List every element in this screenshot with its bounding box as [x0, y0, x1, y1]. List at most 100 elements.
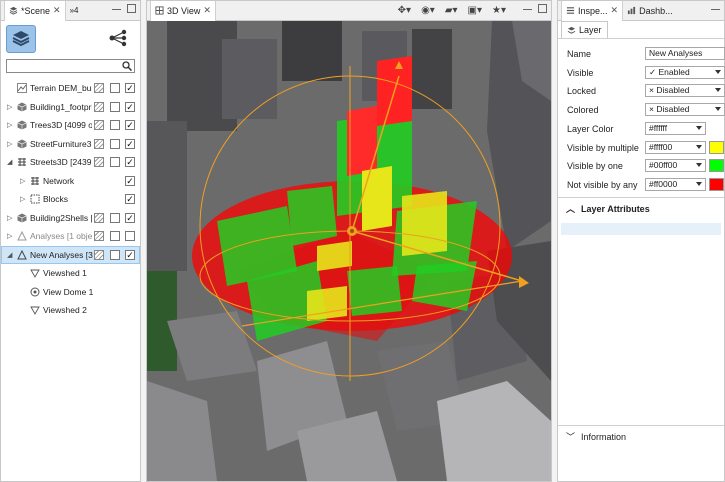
vis-multiple-swatch[interactable]: [709, 141, 724, 154]
maximize-icon[interactable]: [538, 4, 547, 13]
visible-checkbox[interactable]: ✓: [125, 83, 135, 94]
expand-icon[interactable]: ▷: [7, 232, 13, 240]
expand-icon[interactable]: ▷: [7, 140, 13, 148]
inspector-icon: [566, 7, 575, 14]
expand-icon[interactable]: ▷: [20, 177, 26, 185]
search-icon[interactable]: [122, 61, 132, 71]
tree-item-label: New Analyses [3: [30, 249, 93, 260]
tab-inspector[interactable]: Inspe... ✕: [561, 0, 624, 21]
expand-icon[interactable]: ▷: [7, 103, 13, 111]
tab-3d-view-label: 3D View: [167, 5, 201, 16]
expand-icon[interactable]: ▷: [7, 121, 13, 129]
hatch-icon[interactable]: [94, 157, 104, 168]
hatch-icon[interactable]: [94, 249, 104, 260]
subtab-layer[interactable]: Layer: [561, 21, 608, 38]
color-checkbox[interactable]: [110, 83, 120, 94]
visible-checkbox[interactable]: ✓: [125, 138, 135, 149]
collapse-icon[interactable]: ◢: [7, 158, 13, 166]
visible-checkbox[interactable]: ✓: [125, 157, 135, 168]
expand-icon[interactable]: ▷: [20, 195, 26, 203]
layers-button[interactable]: [6, 25, 36, 53]
name-field[interactable]: New Analyses: [645, 47, 725, 60]
not-visible-field[interactable]: #ff0000: [645, 178, 706, 191]
inspector-subtabs: Layer: [558, 21, 724, 39]
visible-select[interactable]: ✓ Enabled: [645, 66, 725, 79]
layer-attributes-section[interactable]: ︿ Layer Attributes: [558, 197, 724, 219]
tree-item-building2shells[interactable]: ▷ Building2Shells [ ✓: [1, 209, 140, 228]
expand-icon[interactable]: ▷: [7, 214, 13, 222]
tree-item-terrain[interactable]: Terrain DEM_buri ✓: [1, 79, 140, 98]
maximize-icon[interactable]: [127, 4, 136, 13]
tab-overflow[interactable]: »4: [70, 6, 79, 15]
tree-item-network[interactable]: ▷ Network ✓: [1, 172, 140, 191]
visible-checkbox[interactable]: ✓: [125, 101, 135, 112]
locked-label: Locked: [567, 86, 597, 96]
minimize-icon[interactable]: [523, 4, 532, 10]
attributes-list[interactable]: [561, 223, 721, 235]
visible-checkbox[interactable]: [125, 231, 135, 242]
tree-item-viewshed-1[interactable]: Viewshed 1: [1, 264, 140, 283]
share-nodes-button[interactable]: [109, 29, 127, 47]
colored-select[interactable]: × Disabled: [645, 103, 725, 116]
navigate-icon[interactable]: ✥▾: [398, 5, 411, 16]
color-checkbox[interactable]: [110, 120, 120, 131]
tree-item-label: Network: [43, 175, 75, 186]
view-dome-icon: [30, 287, 40, 297]
color-checkbox[interactable]: [110, 157, 120, 168]
tab-3d-view[interactable]: 3D View ✕: [150, 0, 216, 21]
minimize-icon[interactable]: [711, 4, 720, 10]
camera-icon[interactable]: ◉▾: [421, 5, 435, 16]
visible-checkbox[interactable]: ✓: [125, 249, 135, 260]
render-icon[interactable]: ▰▾: [445, 5, 458, 16]
hatch-icon[interactable]: [94, 231, 104, 242]
visible-checkbox[interactable]: ✓: [125, 120, 135, 131]
color-checkbox[interactable]: [110, 138, 120, 149]
layer-tree: Terrain DEM_buri ✓ ▷ Building1_footpri ✓…: [1, 79, 140, 320]
tree-item-viewshed-2[interactable]: Viewshed 2: [1, 301, 140, 320]
tree-item-building1[interactable]: ▷ Building1_footpri ✓: [1, 98, 140, 117]
hatch-icon[interactable]: [94, 83, 104, 94]
vis-multiple-field[interactable]: #ffff00: [645, 141, 706, 154]
close-icon[interactable]: ✕: [203, 5, 211, 16]
search-input[interactable]: [6, 59, 135, 73]
subtab-layer-label: Layer: [579, 25, 602, 35]
information-section[interactable]: ﹀ Information: [558, 425, 724, 447]
tree-item-street-furniture[interactable]: ▷ StreetFurniture3D ✓: [1, 135, 140, 154]
color-checkbox[interactable]: [110, 101, 120, 112]
tree-item-analyses[interactable]: ▷ Analyses [1 objec: [1, 227, 140, 246]
close-icon[interactable]: ✕: [611, 5, 619, 16]
tree-item-blocks[interactable]: ▷ Blocks ✓: [1, 190, 140, 209]
3d-viewport[interactable]: [147, 21, 551, 481]
collapse-icon[interactable]: ◢: [7, 251, 13, 259]
tab-dashboard[interactable]: Dashb...: [623, 1, 677, 21]
close-icon[interactable]: ✕: [53, 5, 61, 16]
hatch-icon[interactable]: [94, 212, 104, 223]
globe-icon: [155, 6, 164, 15]
color-checkbox[interactable]: [110, 231, 120, 242]
tree-item-new-analyses[interactable]: ◢ New Analyses [3 ✓: [1, 245, 140, 264]
layer-color-field[interactable]: #ffffff: [645, 122, 706, 135]
vis-one-field[interactable]: #00ff00: [645, 159, 706, 172]
tree-item-view-dome-1[interactable]: View Dome 1: [1, 283, 140, 302]
tab-scene[interactable]: *Scene ✕: [4, 0, 66, 21]
hatch-icon[interactable]: [94, 138, 104, 149]
bookmark-star-icon[interactable]: ★▾: [492, 5, 506, 16]
color-checkbox[interactable]: [110, 249, 120, 260]
locked-select[interactable]: × Disabled: [645, 84, 725, 97]
hatch-icon[interactable]: [94, 101, 104, 112]
hatch-icon[interactable]: [94, 120, 104, 131]
view-tabbar: 3D View ✕ ✥▾ ◉▾ ▰▾ ▣▾ ★▾: [147, 0, 551, 21]
not-visible-swatch[interactable]: [709, 178, 724, 191]
visible-checkbox[interactable]: ✓: [125, 175, 135, 186]
minimize-icon[interactable]: [112, 4, 121, 10]
visible-checkbox[interactable]: ✓: [125, 212, 135, 223]
visible-checkbox[interactable]: ✓: [125, 194, 135, 205]
color-checkbox[interactable]: [110, 212, 120, 223]
display-icon[interactable]: ▣▾: [468, 5, 482, 16]
tree-item-streets3d[interactable]: ◢ Streets3D [2439 o ✓: [1, 153, 140, 172]
tree-item-trees3d[interactable]: ▷ Trees3D [4099 ob ✓: [1, 116, 140, 135]
layers-tab-icon: [9, 6, 18, 15]
tree-item-label: Terrain DEM_buri: [30, 83, 92, 94]
vis-one-swatch[interactable]: [709, 159, 724, 172]
chevron-up-icon: ︿: [566, 204, 576, 214]
